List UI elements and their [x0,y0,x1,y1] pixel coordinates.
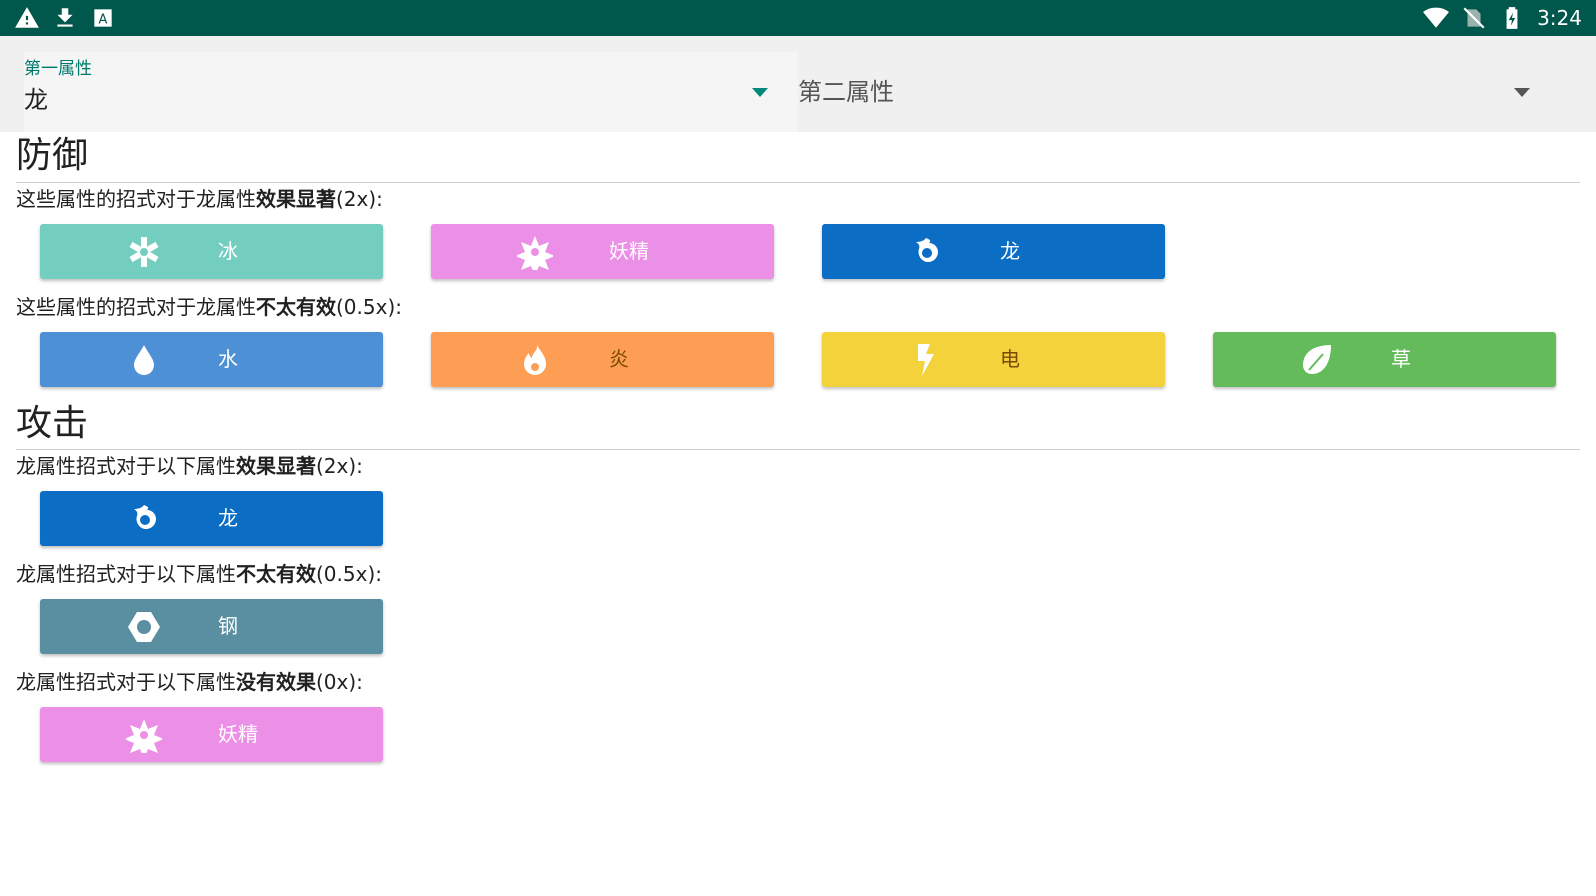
clock: 3:24 [1537,6,1582,30]
type-button-water[interactable]: 水 [40,332,383,387]
first-type-spinner[interactable]: 第一属性 龙 [24,52,798,132]
type-name: 电 [1000,347,1020,371]
attack-title: 攻击 [16,403,89,444]
fire-icon [524,345,546,375]
dropdown-arrow-icon [752,88,768,97]
water-drop-icon [134,345,154,375]
dragon-icon [916,238,938,262]
type-name: 妖精 [609,239,649,263]
defense-super-effective-label: 这些属性的招式对于龙属性效果显著(2x): [16,187,383,211]
fairy-star-icon [517,236,553,270]
type-name: 草 [1391,347,1411,371]
svg-text:A: A [99,12,108,27]
type-name: 龙 [218,506,238,530]
dragon-icon [134,505,156,529]
type-button-fairy[interactable]: 妖精 [431,224,774,279]
type-button-dragon[interactable]: 龙 [822,224,1165,279]
attack-no-effect-label: 龙属性招式对于以下属性没有效果(0x): [16,670,363,694]
type-button-fairy[interactable]: 妖精 [40,707,383,762]
defense-not-very-effective-label: 这些属性的招式对于龙属性不太有效(0.5x): [16,295,402,319]
type-button-fire[interactable]: 炎 [431,332,774,387]
first-type-value: 龙 [24,86,48,114]
type-name: 冰 [218,239,238,263]
download-icon [57,8,73,27]
type-name: 水 [218,347,238,371]
type-button-dragon[interactable]: 龙 [40,491,383,546]
type-button-steel[interactable]: 钢 [40,599,383,654]
defense-title: 防御 [16,135,89,176]
snowflake-icon [129,237,159,267]
fairy-star-icon [126,719,162,753]
keyboard-icon: A [94,9,112,27]
defense-divider [16,182,1580,183]
second-type-placeholder: 第二属性 [798,78,894,106]
type-name: 钢 [218,614,238,638]
wifi-icon [1423,7,1450,28]
no-sim-icon [1463,7,1485,29]
first-type-label: 第一属性 [24,59,92,79]
type-button-grass[interactable]: 草 [1213,332,1556,387]
type-name: 炎 [609,347,629,371]
second-type-spinner[interactable]: 第二属性 [798,52,1570,132]
leaf-icon [1303,345,1331,374]
steel-hexagon-icon [128,612,160,642]
type-button-electric[interactable]: 电 [822,332,1165,387]
dropdown-arrow-icon [1514,88,1530,97]
type-button-ice[interactable]: 冰 [40,224,383,279]
attack-super-effective-label: 龙属性招式对于以下属性效果显著(2x): [16,454,363,478]
attack-divider [16,449,1580,450]
lightning-icon [918,344,934,376]
battery-charging-icon [1506,7,1518,29]
status-bar: A 3:24 [0,0,1596,36]
attack-not-very-effective-label: 龙属性招式对于以下属性不太有效(0.5x): [16,562,382,586]
warning-icon [15,7,39,28]
type-name: 龙 [1000,239,1020,263]
type-name: 妖精 [218,722,258,746]
